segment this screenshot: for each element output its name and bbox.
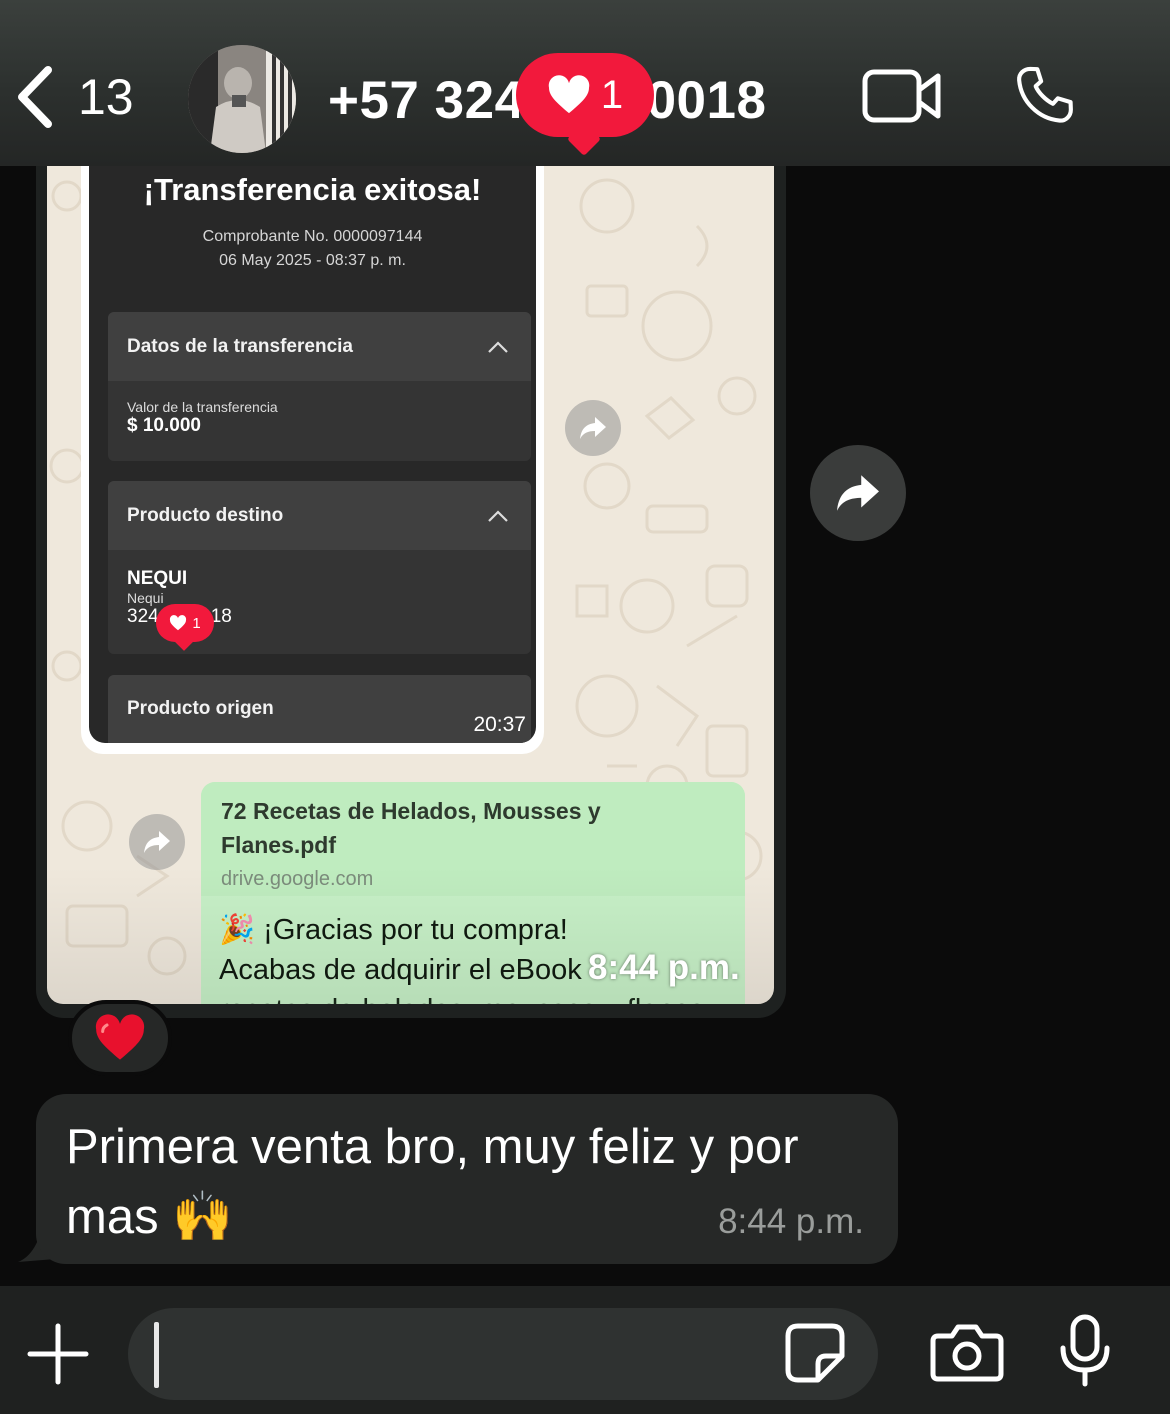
origin-card: Producto origen bbox=[108, 675, 531, 743]
link-title: Flanes.pdf bbox=[221, 832, 337, 858]
destination-card: Producto destino NEQUI Nequi 324 18 1 bbox=[108, 481, 531, 654]
sticker-button[interactable] bbox=[784, 1322, 846, 1389]
message-text: 🎉 ¡Gracias por tu compra! bbox=[219, 914, 568, 946]
receipt-title: ¡Transferencia exitosa! bbox=[143, 172, 482, 207]
text-cursor bbox=[154, 1322, 159, 1388]
mic-button[interactable] bbox=[1058, 1314, 1112, 1393]
forward-icon bbox=[837, 475, 879, 511]
forward-icon bbox=[144, 831, 170, 853]
reaction-notification-badge[interactable]: 1 bbox=[516, 53, 654, 156]
camera-icon bbox=[930, 1324, 1004, 1382]
amount-value: $ 10.000 bbox=[127, 415, 201, 436]
section-title: Datos de la transferencia bbox=[127, 335, 353, 357]
heart-icon bbox=[548, 75, 590, 114]
section-title: Producto origen bbox=[127, 698, 274, 719]
link-domain: drive.google.com bbox=[221, 868, 374, 890]
chat-header: 13 +57 324 0018 1 bbox=[0, 0, 1170, 166]
contact-number-start: +57 324 bbox=[328, 71, 525, 130]
image-time: 8:44 p.m. bbox=[588, 948, 740, 987]
camera-button[interactable] bbox=[930, 1322, 1004, 1389]
avatar-photo bbox=[188, 45, 296, 153]
chevron-left-icon bbox=[18, 66, 52, 128]
transfer-receipt: ¡Transferencia exitosa! Comprobante No. … bbox=[81, 166, 544, 754]
back-button[interactable]: 13 bbox=[14, 66, 134, 128]
message-text: Acabas de adquirir el eBook bbox=[219, 954, 582, 986]
link-preview[interactable]: 72 Recetas de Helados, Mousses y Flanes.… bbox=[201, 782, 745, 896]
notification-count: 1 bbox=[600, 72, 624, 117]
voucher-number: Comprobante No. 0000097144 bbox=[202, 228, 423, 245]
chevron-up-icon bbox=[488, 340, 508, 353]
forward-button[interactable] bbox=[810, 445, 906, 541]
message-input[interactable] bbox=[128, 1308, 878, 1400]
message-time: 8:44 p.m. bbox=[718, 1202, 864, 1241]
receipt-date: 06 May 2025 - 08:37 p. m. bbox=[219, 252, 406, 269]
voice-call-button[interactable] bbox=[1012, 62, 1078, 133]
phone-icon bbox=[1017, 66, 1073, 123]
message-text: recetas de helados, mousses y flanes bbox=[219, 990, 704, 1004]
forward-icon bbox=[580, 417, 606, 439]
forward-button[interactable] bbox=[565, 400, 621, 456]
screenshot-image[interactable]: ¡Transferencia exitosa! Comprobante No. … bbox=[47, 166, 774, 1004]
link-title: 72 Recetas de Helados, Mousses y bbox=[221, 798, 601, 824]
text-message-bubble[interactable]: Primera venta bro, muy feliz y por mas 🙌… bbox=[36, 1094, 898, 1264]
chevron-up-icon bbox=[488, 509, 508, 522]
amount-label: Valor de la transferencia bbox=[127, 399, 278, 415]
sticker-icon bbox=[785, 1323, 845, 1383]
contact-number-end: 0018 bbox=[646, 71, 767, 130]
video-call-button[interactable] bbox=[862, 68, 942, 129]
avatar[interactable] bbox=[188, 45, 296, 153]
message-reaction[interactable] bbox=[68, 1000, 172, 1076]
transfer-data-card: Datos de la transferencia Valor de la tr… bbox=[108, 312, 531, 461]
mic-icon bbox=[1060, 1314, 1110, 1387]
heart-icon bbox=[95, 1014, 145, 1060]
heart-icon bbox=[170, 615, 187, 631]
plus-icon bbox=[27, 1323, 89, 1385]
unread-count: 13 bbox=[78, 69, 134, 125]
forward-button[interactable] bbox=[129, 814, 185, 870]
receipt-time: 20:37 bbox=[473, 713, 526, 736]
video-icon bbox=[862, 69, 941, 123]
destination-name: NEQUI bbox=[127, 568, 188, 589]
mini-reaction-badge: 1 bbox=[156, 604, 214, 651]
section-title: Producto destino bbox=[127, 504, 284, 526]
attach-button[interactable] bbox=[26, 1322, 90, 1391]
